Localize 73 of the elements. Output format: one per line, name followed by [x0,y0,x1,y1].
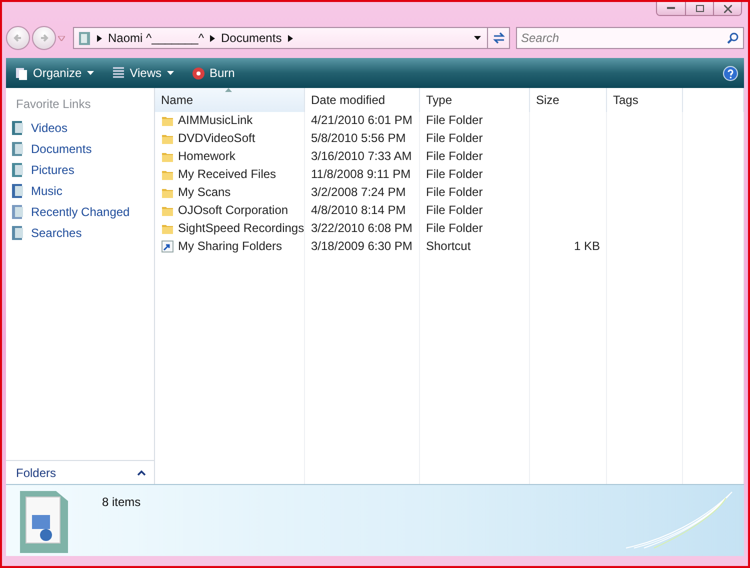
table-cell-text: File Folder [425,148,484,165]
shortcut-icon [161,240,174,252]
forward-arrow-icon [39,33,49,43]
library-icon [12,184,25,198]
address-bar[interactable]: Naomi ^_______^ Documents [73,27,510,49]
column-header[interactable]: Name [155,88,305,112]
toolbar-button[interactable]: Views [108,64,176,82]
table-cell-text: File Folder [425,166,484,183]
library-icon [12,120,25,134]
file-name[interactable]: My Sharing Folders [155,237,304,255]
library-icon [12,162,25,176]
file-name[interactable]: OJOsoft Corporation [155,201,304,219]
table-cell-text: 3/22/2010 6:08 PM [310,220,414,237]
breadcrumb[interactable]: Documents [221,31,282,45]
file-name[interactable]: SightSpeed Recordings [155,219,304,237]
table-cell-text: Shortcut [425,238,472,255]
favorite-link[interactable]: Documents [6,138,154,159]
forward-button[interactable] [32,26,56,50]
close-icon [724,4,732,12]
breadcrumb[interactable]: Naomi ^_______^ [108,31,204,45]
table-cell-text: 1 KB [572,238,601,255]
file-name[interactable]: My Scans [155,183,304,201]
toolbar-button[interactable]: Burn [188,64,238,82]
search-icon[interactable] [727,32,739,44]
table-cell-text: File Folder [425,202,484,219]
favorite-link[interactable]: Recently Changed [6,201,154,222]
file-name[interactable]: My Received Files [155,165,304,183]
table-cell-text: 4/8/2010 8:14 PM [310,202,407,219]
favorite-link[interactable]: Searches [6,222,154,243]
table-cell-text: File Folder [425,112,484,129]
caret-icon [97,34,102,42]
table-cell-text: File Folder [425,130,484,147]
table-cell-text: File Folder [425,184,484,201]
back-button[interactable] [6,26,30,50]
file-name[interactable]: DVDVideoSoft [155,129,304,147]
favorite-link[interactable]: Videos [6,117,154,138]
help-icon[interactable] [723,66,738,80]
refresh-icon[interactable] [492,32,506,44]
maximize-icon [696,5,704,12]
item-count: 8 items [102,495,141,509]
views-icon [112,67,125,79]
search-field[interactable]: Search [516,27,744,49]
library-icon [12,204,25,218]
library-icon [12,226,25,240]
table-cell-text: 5/8/2010 5:56 PM [310,130,407,147]
table-cell-text: 11/8/2008 9:11 PM [310,166,412,183]
table-cell-text: 3/2/2008 7:24 PM [310,184,407,201]
table-cell-text: 3/18/2009 6:30 PM [310,238,414,255]
disc-icon [192,66,204,80]
minimize-button[interactable] [657,2,685,15]
file-name[interactable]: AIMMusicLink [155,111,304,129]
dropdown-arrow-icon [86,71,94,75]
minimize-icon [667,7,675,10]
maximize-button[interactable] [685,2,713,15]
file-name[interactable]: Homework [155,147,304,165]
close-button[interactable] [713,2,741,15]
favorite-link[interactable]: Music [6,180,154,201]
folder-icon [78,30,91,46]
table-cell-text: 4/21/2010 6:01 PM [310,112,414,129]
section-heading: Favorite Links [15,96,92,113]
pages-icon [15,66,28,80]
toolbar-button[interactable]: Organize [12,64,97,82]
favorite-link[interactable]: Pictures [6,159,154,180]
sort-arrow-icon [225,88,232,92]
caret-icon [288,34,293,42]
library-icon [12,142,25,156]
back-arrow-icon [13,33,23,43]
chevron-up-icon [137,470,146,476]
table-cell-text: File Folder [425,220,484,237]
caret-icon [210,34,215,42]
table-cell-text: 3/16/2010 7:33 AM [310,148,413,165]
dropdown-arrow-icon [166,71,174,75]
dropdown-arrow-icon [474,36,481,40]
